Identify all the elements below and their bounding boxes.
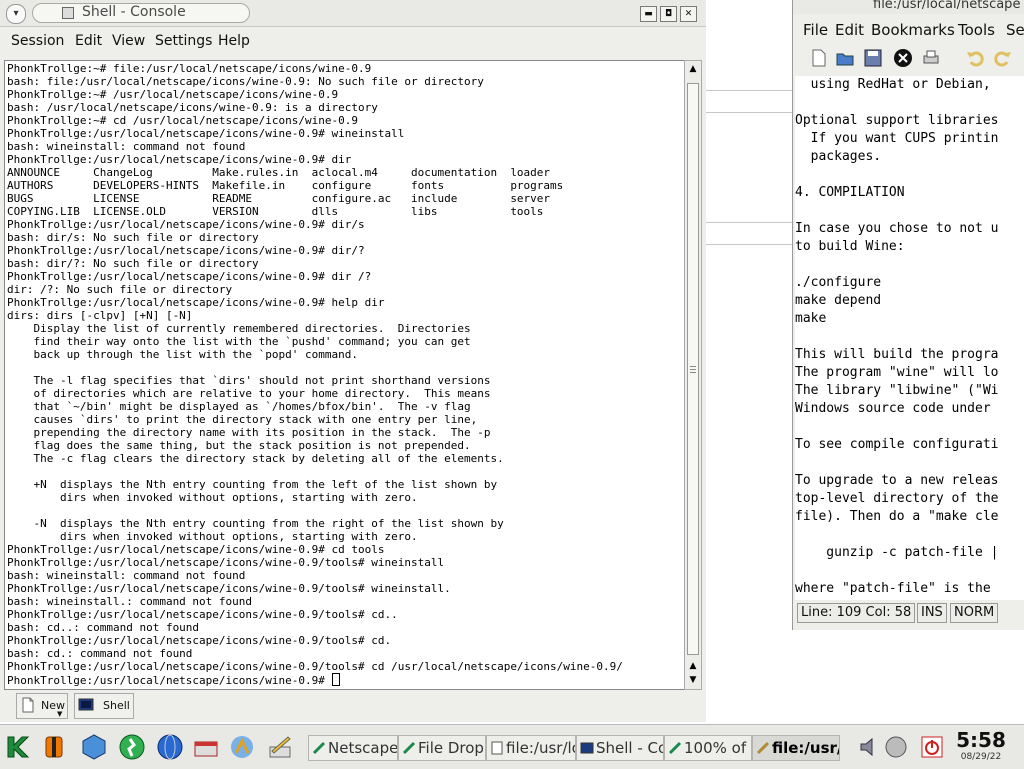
scroll-down-arrow-icon[interactable]: ▼ xyxy=(685,673,701,687)
editor-statusbar: Line: 109 Col: 58 INS NORM xyxy=(795,602,1024,624)
netscape-icon xyxy=(668,741,682,755)
menu-edit[interactable]: Edit xyxy=(835,21,864,39)
editor-text: using RedHat or Debian, Optional support… xyxy=(795,77,999,596)
divider xyxy=(706,222,792,223)
desktop-background xyxy=(706,0,792,722)
taskbar: Netscape File Drop file:/usr/lo Shell - … xyxy=(0,724,1024,769)
undo-icon[interactable] xyxy=(965,48,985,68)
session-tab-bar: New ▼ Shell xyxy=(0,690,706,722)
menu-session[interactable]: Session xyxy=(11,33,64,49)
scroll-up-arrow-icon[interactable]: ▲ xyxy=(685,659,701,673)
editor-window: file:/usr/local/netscape File Edit Bookm… xyxy=(792,0,1024,630)
new-session-button[interactable]: New ▼ xyxy=(16,693,68,719)
kde-menu-icon[interactable] xyxy=(4,733,32,761)
konqueror-icon[interactable] xyxy=(228,733,256,761)
editor-toolbar xyxy=(793,44,1024,74)
print-icon[interactable] xyxy=(921,48,941,68)
editor-titlebar[interactable]: file:/usr/local/netscape xyxy=(793,0,1024,14)
divider xyxy=(706,112,792,113)
task-label: 100% of xyxy=(684,739,747,757)
terminal-scrollbar[interactable]: ▲ ▲ ▼ xyxy=(684,60,702,690)
editor-icon[interactable] xyxy=(266,733,294,761)
netscape-icon xyxy=(402,741,416,755)
menu-settings[interactable]: Se xyxy=(1006,21,1024,39)
lifevest-icon[interactable] xyxy=(40,733,68,761)
task-label: file:/usr/lo xyxy=(506,739,576,757)
window-menu-icon[interactable]: ▾ xyxy=(6,4,26,24)
mail-icon[interactable] xyxy=(192,733,220,761)
runner-icon[interactable] xyxy=(118,733,146,761)
task-file-usr-lo[interactable]: file:/usr/lo xyxy=(486,735,576,761)
task-download-progress[interactable]: 100% of xyxy=(664,735,752,761)
task-label: Netscape xyxy=(328,739,398,757)
terminal-text: PhonkTrollge:~# file:/usr/local/netscape… xyxy=(7,62,623,687)
task-editor-active[interactable]: file:/usr/ xyxy=(752,735,840,761)
task-file-drop[interactable]: File Drop xyxy=(398,735,486,761)
network-icon[interactable] xyxy=(884,735,908,759)
globe-icon[interactable] xyxy=(156,733,184,761)
terminal-output[interactable]: PhonkTrollge:~# file:/usr/local/netscape… xyxy=(4,60,686,690)
konsole-window: ▾ Shell - Console ▬ ◘ ✕ Session Edit Vie… xyxy=(0,0,707,722)
clock-date: 08/29/22 xyxy=(960,752,1002,762)
terminal-icon xyxy=(580,742,594,754)
document-icon xyxy=(491,741,503,755)
maximize-button[interactable]: ◘ xyxy=(660,6,677,22)
cube-icon[interactable] xyxy=(80,733,108,761)
save-icon[interactable] xyxy=(863,48,883,68)
shell-session-label: Shell xyxy=(103,699,130,712)
shell-session-tab[interactable]: Shell xyxy=(74,693,134,719)
scroll-up-arrow-icon[interactable]: ▲ xyxy=(685,62,701,76)
menu-tools[interactable]: Tools xyxy=(958,21,995,39)
cursor-position: Line: 109 Col: 58 xyxy=(797,603,916,623)
clock-time: 5:58 xyxy=(956,728,1006,752)
menu-edit[interactable]: Edit xyxy=(75,33,102,49)
new-document-icon[interactable] xyxy=(809,48,829,68)
insert-mode: INS xyxy=(917,603,947,623)
open-folder-icon[interactable] xyxy=(835,48,855,68)
task-label: File Drop xyxy=(418,739,484,757)
menu-view[interactable]: View xyxy=(112,33,145,49)
menu-settings[interactable]: Settings xyxy=(155,33,212,49)
menu-bookmarks[interactable]: Bookmarks xyxy=(871,21,955,39)
power-icon[interactable] xyxy=(920,735,944,759)
terminal-icon xyxy=(78,698,94,711)
redo-icon[interactable] xyxy=(993,48,1013,68)
minimize-button[interactable]: ▬ xyxy=(640,6,657,22)
terminal-cursor xyxy=(331,673,340,686)
task-netscape[interactable]: Netscape xyxy=(308,735,398,761)
netscape-icon xyxy=(312,741,326,755)
editor-icon xyxy=(756,741,770,755)
console-app-icon xyxy=(62,7,74,19)
divider xyxy=(706,244,792,245)
menu-help[interactable]: Help xyxy=(218,33,250,49)
scrollbar-thumb[interactable] xyxy=(687,83,699,655)
task-label: file:/usr/ xyxy=(772,739,840,757)
close-document-icon[interactable] xyxy=(893,48,913,68)
divider xyxy=(706,90,792,91)
menu-file[interactable]: File xyxy=(803,21,828,39)
konsole-menubar: Session Edit View Settings Help xyxy=(0,28,706,54)
volume-icon[interactable] xyxy=(858,735,882,759)
konsole-titlebar[interactable]: ▾ Shell - Console ▬ ◘ ✕ xyxy=(0,0,706,27)
clock[interactable]: 5:58 08/29/22 xyxy=(954,729,1008,765)
editor-menubar: File Edit Bookmarks Tools Se xyxy=(793,18,1024,40)
new-session-icon xyxy=(22,697,34,713)
task-shell-console[interactable]: Shell - Co xyxy=(576,735,664,761)
close-button[interactable]: ✕ xyxy=(680,6,697,22)
editor-text-area[interactable]: using RedHat or Debian, Optional support… xyxy=(795,76,1024,600)
norm-mode: NORM xyxy=(950,603,999,623)
window-title: Shell - Console xyxy=(82,4,186,20)
editor-title: file:/usr/local/netscape xyxy=(873,0,1021,12)
task-label: Shell - Co xyxy=(596,739,664,757)
